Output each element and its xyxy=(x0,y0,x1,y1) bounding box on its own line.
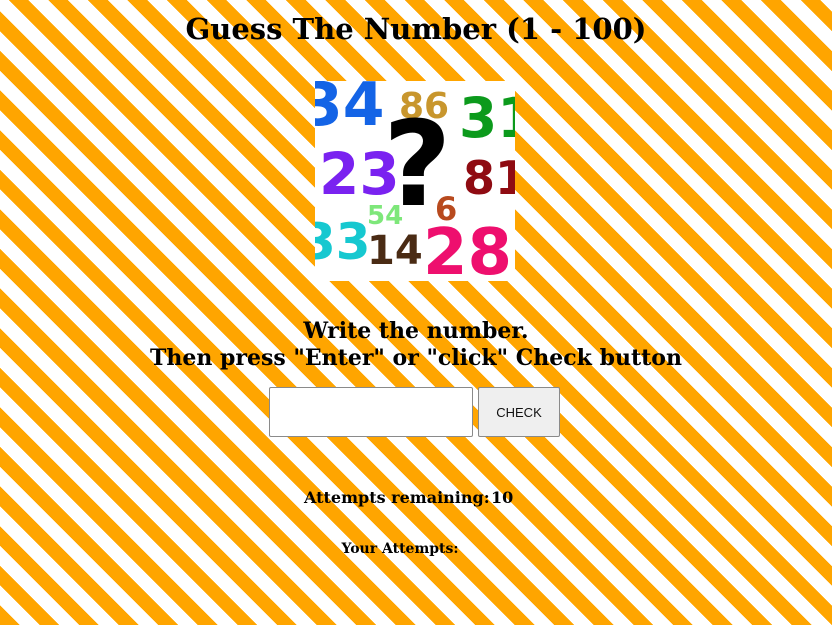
image-number-31: 31 xyxy=(459,86,515,150)
page-title: Guess The Number (1 - 100) xyxy=(185,12,647,46)
guess-input[interactable] xyxy=(269,387,473,437)
image-number-28: 28 xyxy=(423,216,513,281)
image-number-34: 34 xyxy=(315,81,385,140)
guess-number-image: 34 86 31 23 ? 81 54 6 33 14 28 xyxy=(315,81,515,281)
instruction-line-1: Write the number. xyxy=(303,318,529,344)
check-button[interactable]: CHECK xyxy=(478,387,560,437)
image-number-81: 81 xyxy=(463,151,515,205)
attempts-remaining-label: Attempts remaining: xyxy=(304,488,490,507)
image-number-14: 14 xyxy=(367,228,423,274)
your-attempts-label: Your Attempts: xyxy=(341,541,459,557)
attempts-remaining-value: 10 xyxy=(491,488,514,507)
instruction-line-2: Then press "Enter" or "click" Check butt… xyxy=(150,345,682,371)
image-number-54: 54 xyxy=(367,201,404,231)
instructions: Write the number. Then press "Enter" or … xyxy=(0,318,832,372)
image-number-33: 33 xyxy=(315,213,371,271)
